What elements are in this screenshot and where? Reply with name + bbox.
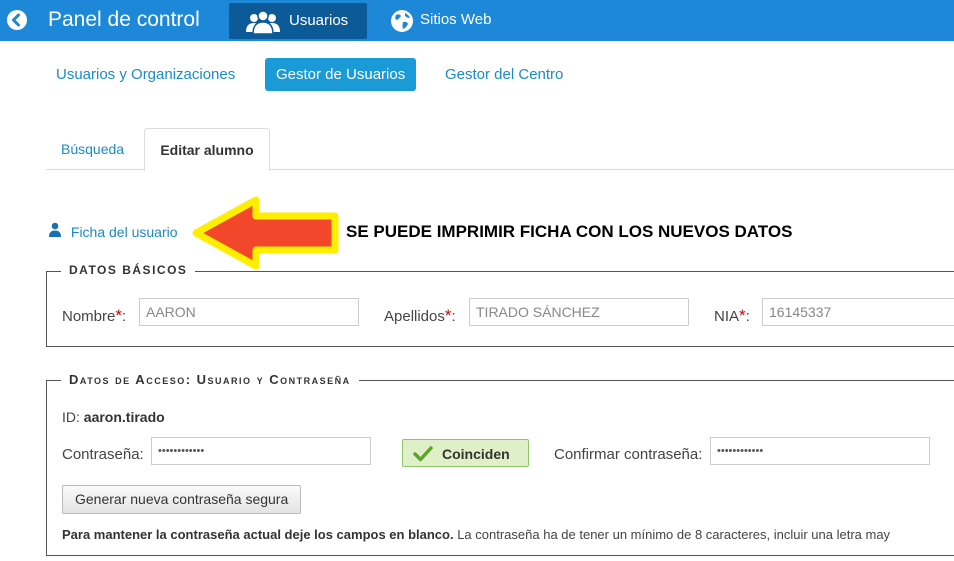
datos-acceso-legend: Datos de Acceso: Usuario y Contraseña [61, 372, 359, 387]
generate-password-button[interactable]: Generar nueva contraseña segura [62, 485, 302, 514]
users-icon [245, 10, 281, 39]
id-value: aaron.tirado [83, 409, 165, 425]
globe-icon [390, 10, 414, 37]
subnav-gestor-usuarios[interactable]: Gestor de Usuarios [265, 58, 417, 91]
password-help-bold: Para mantener la contraseña actual deje … [62, 527, 454, 542]
annotation-text: SE PUEDE IMPRIMIR FICHA CON LOS NUEVOS D… [346, 222, 793, 241]
checkmark-icon [413, 446, 433, 462]
nav-sitios-web[interactable]: Sitios Web [390, 9, 491, 38]
ficha-usuario-label: Ficha del usuario [70, 224, 178, 240]
top-bar: Panel de control Usuarios Sitios Web [0, 0, 954, 41]
password-input[interactable]: •••••••••••• [151, 437, 371, 465]
required-mark: * [739, 306, 746, 325]
nav-sitios-web-label: Sitios Web [420, 11, 492, 28]
nombre-input[interactable]: AARON [139, 298, 359, 326]
datos-basicos-legend: Datos básicos [61, 263, 196, 277]
password-match-badge: Coinciden [402, 439, 529, 467]
required-mark: * [444, 306, 452, 325]
required-mark: * [115, 306, 122, 325]
nia-label: NIA*: [714, 306, 750, 325]
annotation-arrow [192, 196, 339, 270]
nav-usuarios[interactable]: Usuarios [229, 3, 367, 39]
back-icon[interactable] [7, 10, 27, 30]
tab-editar-alumno[interactable]: Editar alumno [144, 128, 270, 171]
password-label: Contraseña: [62, 446, 144, 463]
confirm-password-input[interactable]: •••••••••••• [710, 437, 930, 465]
id-row: ID: aaron.tirado [62, 409, 165, 425]
apellidos-label: Apellidos*: [384, 306, 456, 325]
user-icon [48, 222, 66, 240]
nia-input[interactable]: 16145337 [762, 298, 954, 326]
nav-usuarios-label: Usuarios [289, 12, 349, 29]
id-label: ID: [62, 409, 80, 425]
apellidos-input[interactable]: TIRADO SÁNCHEZ [469, 298, 689, 326]
password-help-rules: La contraseña ha de tener un mínimo de 8… [453, 527, 891, 542]
nombre-label: Nombre*: [62, 306, 127, 325]
confirm-password-label: Confirmar contraseña: [554, 446, 703, 463]
app-title: Panel de control [48, 8, 200, 31]
tab-busqueda[interactable]: Búsqueda [61, 128, 124, 170]
subnav-gestor-centro[interactable]: Gestor del Centro [445, 58, 563, 91]
match-label: Coinciden [442, 446, 510, 462]
ficha-usuario-link[interactable]: Ficha del usuario [48, 222, 178, 240]
password-help-text: Para mantener la contraseña actual deje … [62, 527, 890, 542]
subnav-usuarios-organizaciones[interactable]: Usuarios y Organizaciones [56, 58, 235, 91]
